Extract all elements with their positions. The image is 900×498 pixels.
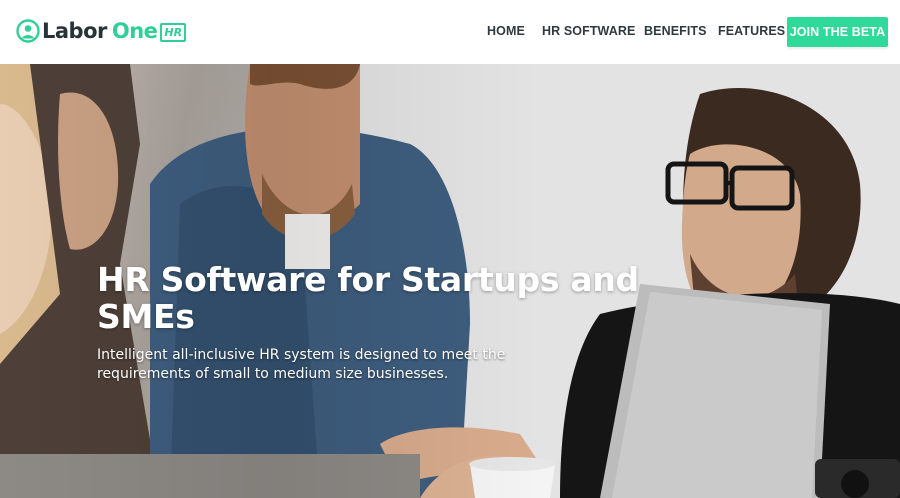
user-circle-logo-icon [16, 19, 40, 43]
hero-section: HR Software for Startups and SMEs Intell… [0, 64, 900, 498]
site-header: Labor One HR HOME HR SOFTWARE BENEFITS F… [0, 0, 900, 64]
join-beta-button[interactable]: JOIN THE BETA [787, 17, 888, 47]
nav-features[interactable]: FEATURES [718, 24, 785, 38]
hero-subtitle: Intelligent all-inclusive HR system is d… [97, 347, 506, 382]
logo-hr-badge: HR [160, 22, 187, 42]
nav-benefits[interactable]: BENEFITS [644, 24, 707, 38]
logo-text-one: One [111, 19, 158, 43]
hero-title: HR Software for Startups and SMEs [97, 260, 639, 336]
nav-home[interactable]: HOME [487, 24, 525, 38]
nav-hr-software[interactable]: HR SOFTWARE [542, 24, 635, 38]
site-logo[interactable]: Labor One HR [16, 16, 187, 46]
logo-text-labor: Labor [42, 19, 107, 43]
